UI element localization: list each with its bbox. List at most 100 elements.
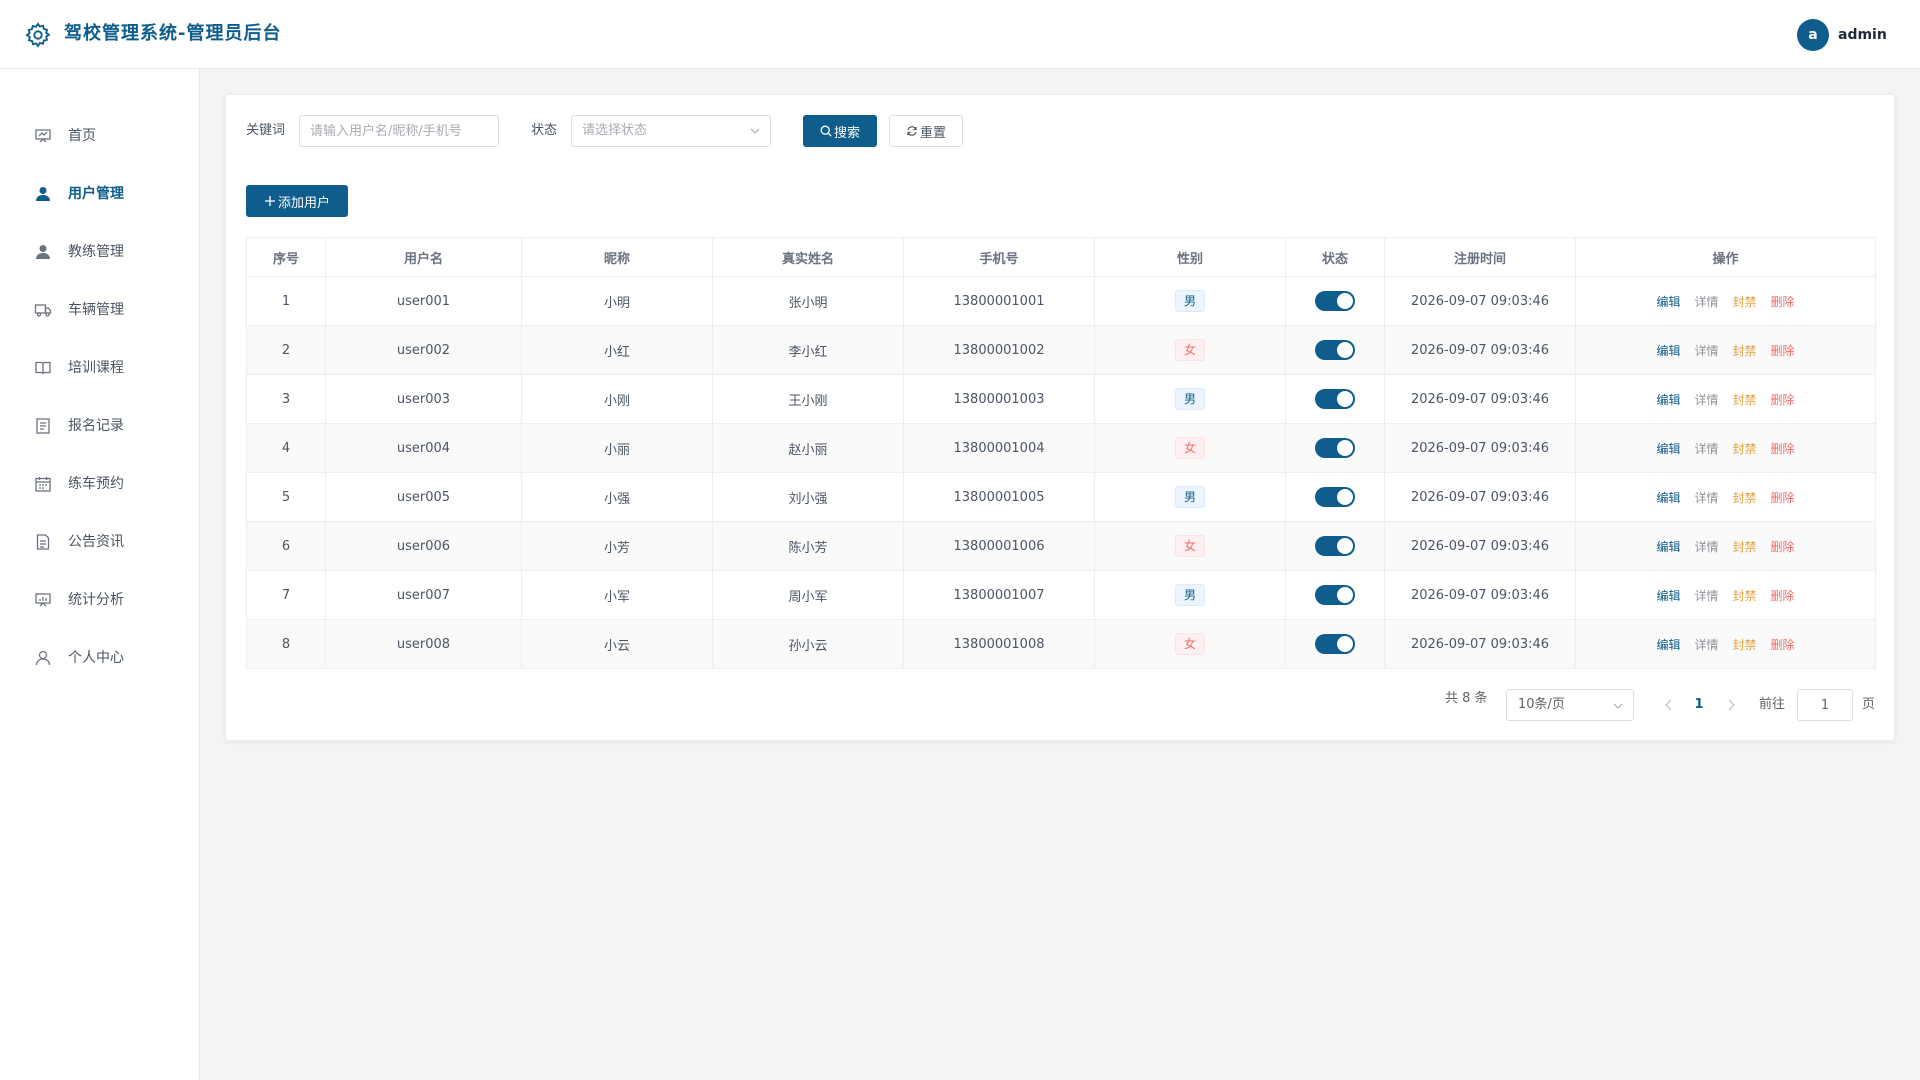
edit-button[interactable]: 编辑 <box>1656 489 1680 506</box>
sidebar-item-home[interactable]: 首页 <box>0 116 199 156</box>
status-toggle[interactable] <box>1315 536 1355 556</box>
add-user-button-label: 添加用户 <box>277 195 330 211</box>
cell-real-name: 王小刚 <box>712 374 904 424</box>
reset-button[interactable]: 重置 <box>889 115 963 147</box>
cell-real-name: 李小红 <box>712 325 904 375</box>
user-table: 序号 用户名 昵称 真实姓名 手机号 性别 状态 注册时间 操作 1 user00… <box>246 237 1876 669</box>
table-body: 1 user001 小明 张小明 13800001001 男 2026-09-07 09:0… <box>246 276 1876 669</box>
sidebar-item-label: 首页 <box>68 128 96 144</box>
ban-button[interactable]: 封禁 <box>1733 587 1757 604</box>
delete-button[interactable]: 删除 <box>1771 342 1795 359</box>
profile-icon <box>35 650 51 666</box>
avatar[interactable]: a <box>1797 19 1829 51</box>
gender-tag: 男 <box>1175 486 1205 508</box>
sidebar-item-vehicles[interactable]: 车辆管理 <box>0 290 199 330</box>
cell-username: user007 <box>325 570 522 620</box>
goto-page-input[interactable] <box>1797 689 1853 721</box>
ban-button[interactable]: 封禁 <box>1733 440 1757 457</box>
cell-username: user003 <box>325 374 522 424</box>
detail-button[interactable]: 详情 <box>1694 489 1718 506</box>
chart-icon <box>35 593 51 607</box>
cell-status <box>1285 374 1385 424</box>
chevron-left-icon[interactable] <box>1659 695 1679 715</box>
sidebar-item-label: 报名记录 <box>68 418 124 434</box>
ban-button[interactable]: 封禁 <box>1733 293 1757 310</box>
chevron-down-icon <box>1613 703 1623 709</box>
edit-button[interactable]: 编辑 <box>1656 587 1680 604</box>
sidebar-item-coaches[interactable]: 教练管理 <box>0 232 199 272</box>
status-toggle[interactable] <box>1315 634 1355 654</box>
edit-button[interactable]: 编辑 <box>1656 293 1680 310</box>
detail-button[interactable]: 详情 <box>1694 636 1718 653</box>
sidebar-item-profile[interactable]: 个人中心 <box>0 638 199 678</box>
edit-button[interactable]: 编辑 <box>1656 440 1680 457</box>
cell-index: 6 <box>246 521 326 571</box>
ban-button[interactable]: 封禁 <box>1733 489 1757 506</box>
status-toggle[interactable] <box>1315 389 1355 409</box>
detail-button[interactable]: 详情 <box>1694 293 1718 310</box>
ban-button[interactable]: 封禁 <box>1733 538 1757 555</box>
delete-button[interactable]: 删除 <box>1771 440 1795 457</box>
cell-status <box>1285 472 1385 522</box>
chevron-right-icon[interactable] <box>1721 695 1741 715</box>
status-toggle[interactable] <box>1315 585 1355 605</box>
sidebar-item-label: 公告资讯 <box>68 534 124 550</box>
sidebar-item-label: 用户管理 <box>68 186 124 202</box>
gender-tag: 女 <box>1175 437 1205 459</box>
cell-status <box>1285 423 1385 473</box>
detail-button[interactable]: 详情 <box>1694 440 1718 457</box>
detail-button[interactable]: 详情 <box>1694 587 1718 604</box>
sidebar-item-users[interactable]: 用户管理 <box>0 174 199 214</box>
ban-button[interactable]: 封禁 <box>1733 636 1757 653</box>
cell-username: user008 <box>325 619 522 669</box>
delete-button[interactable]: 删除 <box>1771 636 1795 653</box>
ban-button[interactable]: 封禁 <box>1733 342 1757 359</box>
table-row: 8 user008 小云 孙小云 13800001008 女 2026-09-07 09:0… <box>246 619 1876 669</box>
edit-button[interactable]: 编辑 <box>1656 391 1680 408</box>
keyword-input[interactable] <box>299 115 499 147</box>
sidebar-item-courses[interactable]: 培训课程 <box>0 348 199 388</box>
delete-button[interactable]: 删除 <box>1771 391 1795 408</box>
edit-button[interactable]: 编辑 <box>1656 538 1680 555</box>
delete-button[interactable]: 删除 <box>1771 489 1795 506</box>
status-toggle[interactable] <box>1315 487 1355 507</box>
add-user-button[interactable]: 添加用户 <box>246 185 348 217</box>
delete-button[interactable]: 删除 <box>1771 538 1795 555</box>
username[interactable]: admin <box>1838 25 1887 45</box>
cell-index: 3 <box>246 374 326 424</box>
status-toggle[interactable] <box>1315 291 1355 311</box>
detail-button[interactable]: 详情 <box>1694 538 1718 555</box>
reset-button-label: 重置 <box>919 125 946 141</box>
sidebar-item-enrollments[interactable]: 报名记录 <box>0 406 199 446</box>
plus-icon <box>264 196 275 206</box>
status-toggle[interactable] <box>1315 438 1355 458</box>
column-header: 昵称 <box>521 237 713 277</box>
search-button[interactable]: 搜索 <box>803 115 877 147</box>
edit-button[interactable]: 编辑 <box>1656 636 1680 653</box>
cell-actions: 编辑 详情 封禁 删除 <box>1575 619 1876 669</box>
cell-username: user004 <box>325 423 522 473</box>
cell-status <box>1285 619 1385 669</box>
sidebar-item-statistics[interactable]: 统计分析 <box>0 580 199 620</box>
status-select[interactable]: 请选择状态 <box>571 115 771 147</box>
sidebar-item-notices[interactable]: 公告资讯 <box>0 522 199 562</box>
cell-actions: 编辑 详情 封禁 删除 <box>1575 325 1876 375</box>
ban-button[interactable]: 封禁 <box>1733 391 1757 408</box>
page-size-select[interactable]: 10条/页 <box>1506 689 1634 721</box>
document-icon <box>36 418 50 434</box>
detail-button[interactable]: 详情 <box>1694 342 1718 359</box>
page-size-value: 10条/页 <box>1518 697 1565 712</box>
sidebar-item-bookings[interactable]: 练车预约 <box>0 464 199 504</box>
edit-button[interactable]: 编辑 <box>1656 342 1680 359</box>
cell-actions: 编辑 详情 封禁 删除 <box>1575 374 1876 424</box>
page-number[interactable]: 1 <box>1684 689 1714 721</box>
detail-button[interactable]: 详情 <box>1694 391 1718 408</box>
column-header: 注册时间 <box>1384 237 1576 277</box>
cell-gender: 男 <box>1094 570 1286 620</box>
delete-button[interactable]: 删除 <box>1771 293 1795 310</box>
cell-username: user001 <box>325 276 522 326</box>
gender-tag: 女 <box>1175 633 1205 655</box>
delete-button[interactable]: 删除 <box>1771 587 1795 604</box>
status-toggle[interactable] <box>1315 340 1355 360</box>
cell-real-name: 张小明 <box>712 276 904 326</box>
